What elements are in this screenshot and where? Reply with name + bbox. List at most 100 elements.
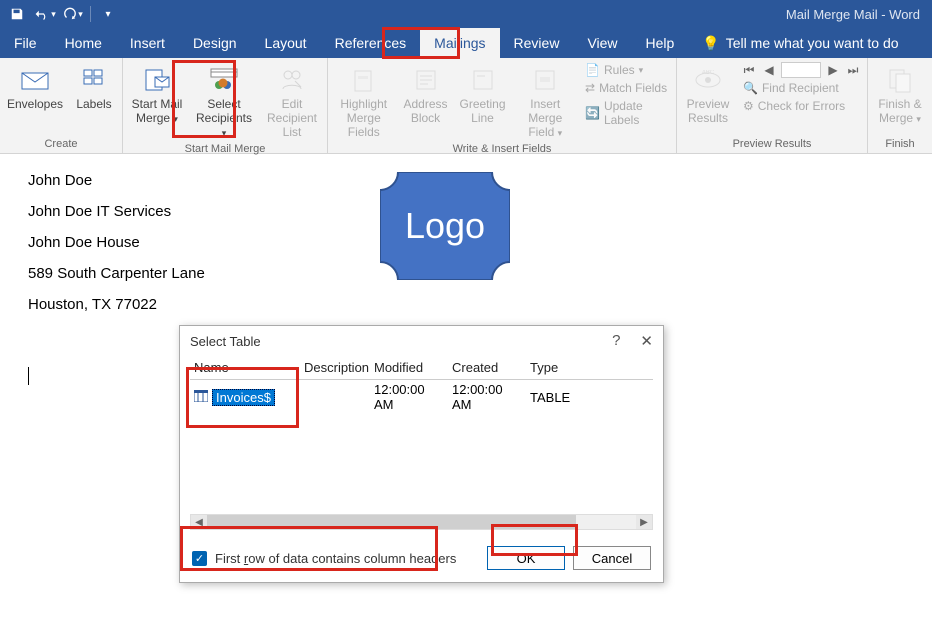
col-modified[interactable]: Modified xyxy=(370,356,448,379)
help-icon[interactable]: ? xyxy=(612,332,620,350)
find-recipient-button[interactable]: 🔍Find Recipient xyxy=(741,80,861,96)
logo-shape: Logo xyxy=(380,172,510,280)
quick-access-toolbar: ▾ ▾ ▾ xyxy=(0,3,125,25)
svg-text:ABC: ABC xyxy=(702,70,715,76)
highlight-icon xyxy=(348,64,380,96)
rules-icon: 📄 xyxy=(585,63,600,77)
scroll-thumb[interactable] xyxy=(207,515,576,529)
tab-insert[interactable]: Insert xyxy=(116,28,179,58)
insert-merge-field-button[interactable]: Insert MergeField ▾ xyxy=(516,62,575,141)
preview-results-icon: ABC xyxy=(692,64,724,96)
tab-layout[interactable]: Layout xyxy=(251,28,321,58)
tab-help[interactable]: Help xyxy=(632,28,689,58)
group-start-mail-merge: Start MailMerge ▾ SelectRecipients ▾ Edi… xyxy=(123,58,328,153)
tab-mailings[interactable]: Mailings xyxy=(420,28,499,58)
update-labels-button[interactable]: 🔄Update Labels xyxy=(583,98,670,128)
ok-button[interactable]: OK xyxy=(487,546,565,570)
highlight-merge-fields-button[interactable]: HighlightMerge Fields xyxy=(334,62,393,141)
horizontal-scrollbar[interactable]: ◀ ▶ xyxy=(190,514,653,530)
qat-customize-icon[interactable]: ▾ xyxy=(97,3,119,25)
col-type[interactable]: Type xyxy=(526,356,586,379)
preview-results-button[interactable]: ABC PreviewResults xyxy=(683,62,733,128)
group-create-label: Create xyxy=(6,136,116,151)
row-name-cell: Invoices$ xyxy=(190,387,300,408)
col-created[interactable]: Created xyxy=(448,356,526,379)
prev-record-icon[interactable]: ◀ xyxy=(761,62,777,78)
undo-icon[interactable]: ▾ xyxy=(34,3,56,25)
dialog-footer: ✓ First row of data contains column head… xyxy=(180,536,663,582)
row-created-cell: 12:00:00 AM xyxy=(448,380,526,414)
check-errors-button[interactable]: ⚙Check for Errors xyxy=(741,98,861,114)
doc-line-2: John Doe IT Services xyxy=(28,203,205,220)
lightbulb-icon: 💡 xyxy=(702,35,719,52)
last-record-icon[interactable]: ⏭ xyxy=(845,62,861,78)
search-icon: 🔍 xyxy=(743,81,758,95)
tell-me-search[interactable]: 💡 Tell me what you want to do xyxy=(688,28,912,58)
redo-icon[interactable]: ▾ xyxy=(62,3,84,25)
first-row-headers-checkbox[interactable]: ✓ xyxy=(192,551,207,566)
labels-icon xyxy=(78,64,110,96)
dialog-title-label: Select Table xyxy=(190,334,261,349)
close-icon[interactable]: ✕ xyxy=(640,332,653,350)
greeting-line-button[interactable]: GreetingLine xyxy=(458,62,508,128)
next-record-icon[interactable]: ▶ xyxy=(825,62,841,78)
tab-review[interactable]: Review xyxy=(500,28,574,58)
match-fields-icon: ⇄ xyxy=(585,81,595,95)
group-finish: Finish &Merge ▾ Finish xyxy=(868,58,932,153)
envelopes-button[interactable]: Envelopes xyxy=(6,62,64,114)
tab-home[interactable]: Home xyxy=(51,28,116,58)
select-recipients-button[interactable]: SelectRecipients ▾ xyxy=(193,62,255,141)
title-bar: ▾ ▾ ▾ Mail Merge Mail - Word xyxy=(0,0,932,28)
window-title: Mail Merge Mail - Word xyxy=(786,7,932,22)
ribbon-tabs: File Home Insert Design Layout Reference… xyxy=(0,28,932,58)
group-write-label: Write & Insert Fields xyxy=(334,141,670,156)
tab-design[interactable]: Design xyxy=(179,28,251,58)
scroll-right-icon[interactable]: ▶ xyxy=(636,515,652,529)
start-mail-merge-icon xyxy=(141,64,173,96)
tab-file[interactable]: File xyxy=(0,28,51,58)
row-name-value: Invoices$ xyxy=(212,389,275,406)
record-navigation: ⏮ ◀ ▶ ⏭ xyxy=(741,62,861,78)
text-cursor xyxy=(28,367,29,385)
group-start-mm-label: Start Mail Merge xyxy=(129,141,321,156)
address-block-icon xyxy=(410,64,442,96)
row-mod-cell: 12:00:00 AM xyxy=(370,380,448,414)
write-insert-small-buttons: 📄Rules▾ ⇄Match Fields 🔄Update Labels xyxy=(583,62,670,128)
group-preview-results: ABC PreviewResults ⏮ ◀ ▶ ⏭ 🔍Find Recipie… xyxy=(677,58,868,153)
record-number-input[interactable] xyxy=(781,62,821,78)
tell-me-label: Tell me what you want to do xyxy=(726,35,899,51)
row-type-cell: TABLE xyxy=(526,388,586,407)
group-preview-label: Preview Results xyxy=(683,136,861,151)
col-name[interactable]: Name xyxy=(190,356,300,379)
finish-merge-button[interactable]: Finish &Merge ▾ xyxy=(874,62,926,128)
table-header-row: Name Description Modified Created Type xyxy=(190,356,653,380)
match-fields-button[interactable]: ⇄Match Fields xyxy=(583,80,670,96)
update-labels-icon: 🔄 xyxy=(585,106,600,120)
row-desc-cell xyxy=(300,395,370,399)
first-row-headers-label: First row of data contains column header… xyxy=(215,551,456,566)
start-mail-merge-button[interactable]: Start MailMerge ▾ xyxy=(129,62,185,128)
col-description[interactable]: Description xyxy=(300,356,370,379)
table-icon xyxy=(194,390,208,405)
save-icon[interactable] xyxy=(6,3,28,25)
greeting-line-icon xyxy=(467,64,499,96)
dialog-body: Name Description Modified Created Type I… xyxy=(180,356,663,536)
doc-line-4: 589 South Carpenter Lane xyxy=(28,265,205,282)
tab-references[interactable]: References xyxy=(321,28,421,58)
ribbon: Envelopes Labels Create Start MailMerge … xyxy=(0,58,932,154)
scroll-left-icon[interactable]: ◀ xyxy=(191,515,207,529)
group-create: Envelopes Labels Create xyxy=(0,58,123,153)
edit-recipient-list-icon xyxy=(276,64,308,96)
tab-view[interactable]: View xyxy=(573,28,631,58)
select-recipients-icon xyxy=(208,64,240,96)
doc-line-5: Houston, TX 77022 xyxy=(28,296,205,313)
table-row[interactable]: Invoices$ 12:00:00 AM 12:00:00 AM TABLE xyxy=(190,380,653,414)
labels-button[interactable]: Labels xyxy=(72,62,116,114)
cancel-button[interactable]: Cancel xyxy=(573,546,651,570)
address-block-button[interactable]: AddressBlock xyxy=(401,62,449,128)
edit-recipient-list-button[interactable]: EditRecipient List xyxy=(263,62,321,141)
preview-nav-column: ⏮ ◀ ▶ ⏭ 🔍Find Recipient ⚙Check for Error… xyxy=(741,62,861,114)
rules-button[interactable]: 📄Rules▾ xyxy=(583,62,670,78)
group-write-insert: HighlightMerge Fields AddressBlock Greet… xyxy=(328,58,677,153)
first-record-icon[interactable]: ⏮ xyxy=(741,62,757,78)
